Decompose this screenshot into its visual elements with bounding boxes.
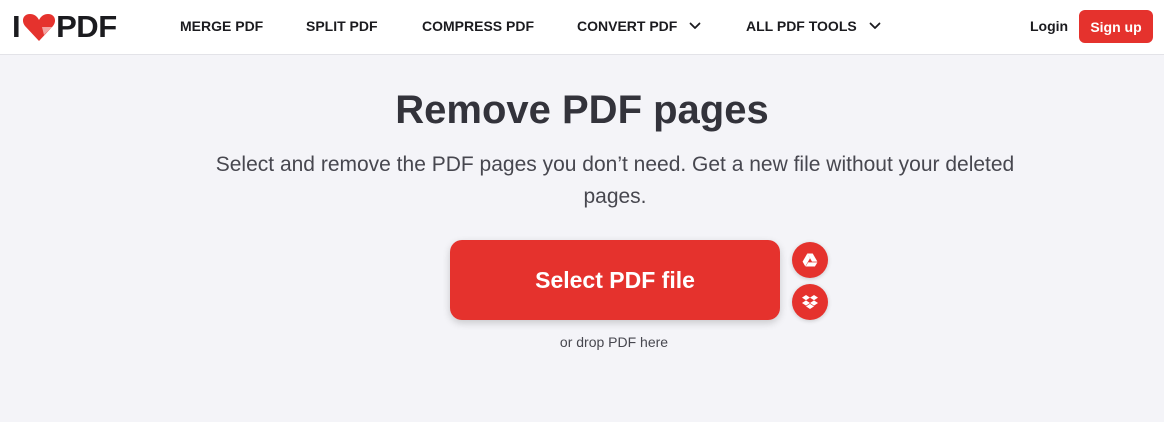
top-header: I PDF MERGE PDF SPLIT PDF COMPRESS PDF C… (0, 0, 1164, 55)
logo-letter-i: I (12, 9, 21, 44)
nav-convert-pdf[interactable]: CONVERT PDF (577, 18, 701, 34)
ilovepdf-logo[interactable]: I PDF (12, 8, 117, 46)
nav-merge-pdf[interactable]: MERGE PDF (180, 18, 263, 34)
chevron-down-icon (869, 22, 881, 29)
nav-split-pdf[interactable]: SPLIT PDF (306, 18, 378, 34)
page-subtitle: Select and remove the PDF pages you don’… (215, 153, 1015, 208)
page-title: Remove PDF pages (395, 88, 769, 132)
dropbox-button[interactable] (792, 284, 828, 320)
nav-label: SPLIT PDF (306, 18, 378, 34)
logo-text-pdf: PDF (56, 9, 117, 44)
nav-label: MERGE PDF (180, 18, 264, 34)
nav-compress-pdf[interactable]: COMPRESS PDF (422, 18, 534, 34)
chevron-down-icon (689, 22, 701, 29)
heart-icon (23, 14, 56, 41)
dropbox-icon (802, 295, 818, 309)
select-pdf-file-button[interactable]: Select PDF file (450, 240, 780, 320)
nav-label: ALL PDF TOOLS (746, 18, 857, 34)
nav-label: COMPRESS PDF (422, 18, 535, 34)
login-link[interactable]: Login (1030, 18, 1068, 34)
drop-hint-text: or drop PDF here (559, 334, 669, 350)
google-drive-icon (802, 253, 818, 267)
signup-button[interactable]: Sign up (1079, 10, 1153, 43)
nav-all-pdf-tools[interactable]: ALL PDF TOOLS (746, 18, 881, 34)
nav-label: CONVERT PDF (577, 18, 678, 34)
google-drive-button[interactable] (792, 242, 828, 278)
